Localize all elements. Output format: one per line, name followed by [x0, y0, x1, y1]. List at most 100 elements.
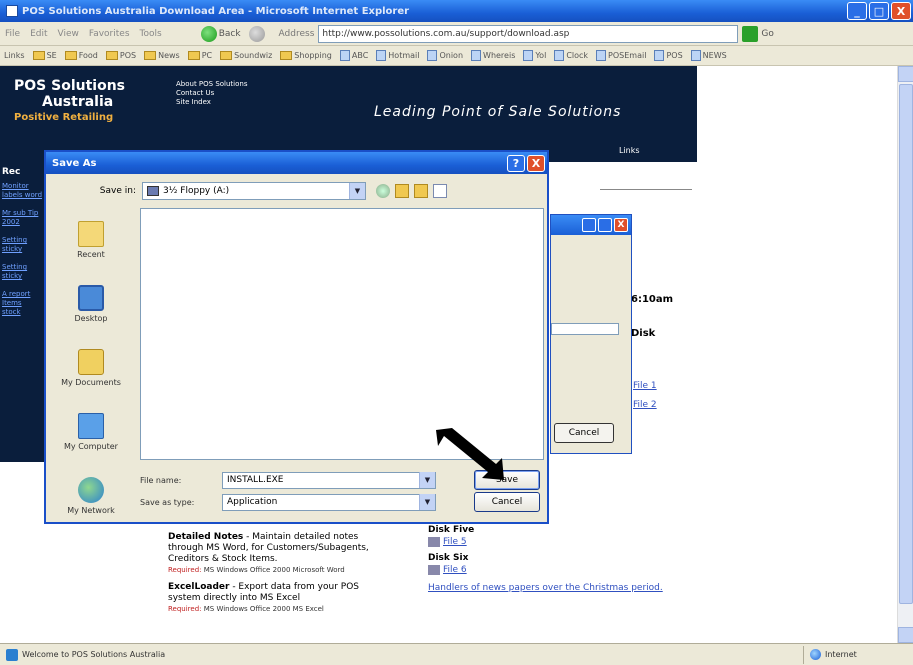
file-2-link[interactable]: File 2: [633, 400, 657, 410]
sidebar-link[interactable]: Setting sticky: [0, 263, 44, 281]
page-icon: [523, 50, 534, 61]
window-title: POS Solutions Australia Download Area - …: [22, 5, 410, 17]
security-zone: Internet: [803, 645, 913, 664]
menu-favorites[interactable]: Favorites: [84, 29, 135, 39]
disk-six-heading: Disk Six: [428, 553, 469, 563]
link-label: Hotmail: [388, 51, 420, 60]
save-in-dropdown[interactable]: 3½ Floppy (A:) ▼: [142, 182, 366, 200]
chevron-down-icon[interactable]: ▼: [349, 183, 365, 199]
maximize-button[interactable]: □: [869, 2, 889, 20]
help-button[interactable]: ?: [507, 154, 525, 172]
file-5-link[interactable]: File 5: [428, 536, 663, 548]
site-logo[interactable]: POS Solutions Australia Positive Retaili…: [14, 78, 125, 123]
cancel-button[interactable]: Cancel: [474, 492, 540, 512]
file-1-link[interactable]: File 1: [633, 381, 657, 391]
excel-loader-requirements: Required: MS Windows Office 2000 MS Exce…: [168, 604, 378, 615]
link-clock[interactable]: Clock: [550, 50, 592, 61]
links-label: Links: [4, 51, 25, 60]
link-hotmail[interactable]: Hotmail: [372, 50, 423, 61]
link-label: POS: [666, 51, 683, 60]
save-type-row: Save as type: Application ▼: [140, 492, 436, 512]
address-bar[interactable]: http://www.possolutions.com.au/support/d…: [318, 24, 739, 43]
scroll-up-arrow-icon[interactable]: [898, 66, 913, 82]
link-pos[interactable]: POS: [102, 51, 140, 60]
views-menu-icon[interactable]: [433, 184, 447, 198]
download-dialog: X Cancel: [550, 214, 632, 454]
link-abc[interactable]: ABC: [336, 50, 372, 61]
internet-globe-icon: [810, 649, 821, 660]
back-icon[interactable]: [376, 184, 390, 198]
link-shopping[interactable]: Shopping: [276, 51, 336, 60]
menu-tools[interactable]: Tools: [135, 29, 167, 39]
place-my-computer[interactable]: My Computer: [52, 400, 130, 464]
site-index-link[interactable]: Site Index: [176, 98, 247, 107]
desktop-icon: [78, 285, 104, 311]
maximize-icon[interactable]: [598, 218, 612, 232]
download-icon: [428, 565, 440, 575]
download-dialog-titlebar: X: [551, 215, 631, 235]
save-in-label: Save in:: [99, 186, 136, 196]
link-yol[interactable]: Yol: [519, 50, 550, 61]
sidebar-link[interactable]: Setting sticky: [0, 236, 44, 254]
place-my-network[interactable]: My Network: [52, 464, 130, 528]
link-food[interactable]: Food: [61, 51, 102, 60]
folder-icon: [280, 51, 293, 60]
minimize-icon[interactable]: [582, 218, 596, 232]
link-onion[interactable]: Onion: [423, 50, 467, 61]
folder-icon: [220, 51, 233, 60]
save-type-select[interactable]: Application ▼: [222, 493, 436, 511]
menu-view[interactable]: View: [53, 29, 84, 39]
link-whereis[interactable]: Whereis: [467, 50, 519, 61]
file-5-label: File 5: [443, 537, 467, 547]
my-documents-icon: [78, 349, 104, 375]
site-banner: POS Solutions Australia Positive Retaili…: [0, 66, 697, 162]
place-label: My Computer: [64, 442, 118, 451]
file-list[interactable]: [140, 208, 544, 460]
place-desktop[interactable]: Desktop: [52, 272, 130, 336]
link-label: Soundwiz: [234, 51, 273, 60]
file-6-link[interactable]: File 6: [428, 564, 663, 576]
link-news[interactable]: News: [140, 51, 184, 60]
link-pos-2[interactable]: POS: [650, 50, 686, 61]
go-button[interactable]: Go: [742, 25, 774, 42]
sidebar-link[interactable]: A report Items stock: [0, 290, 44, 317]
sidebar-link[interactable]: Monitor labels word: [0, 182, 44, 200]
minimize-button[interactable]: _: [847, 2, 867, 20]
new-folder-icon[interactable]: [414, 184, 428, 198]
scroll-thumb[interactable]: [899, 84, 913, 604]
close-window-button[interactable]: X: [891, 2, 911, 20]
save-type-label: Save as type:: [140, 497, 195, 507]
contact-link[interactable]: Contact Us: [176, 89, 247, 98]
status-bar: Welcome to POS Solutions Australia Inter…: [0, 643, 913, 665]
link-posemail[interactable]: POSEmail: [592, 50, 650, 61]
menu-toolbar: File Edit View Favorites Tools Back Addr…: [0, 22, 913, 46]
place-recent[interactable]: Recent: [52, 208, 130, 272]
filename-label: File name:: [140, 475, 182, 485]
scroll-down-arrow-icon[interactable]: [898, 627, 913, 643]
banner-nav-link[interactable]: Links: [619, 146, 640, 155]
up-folder-icon[interactable]: [395, 184, 409, 198]
sidebar-link[interactable]: Mr sub Tip 2002: [0, 209, 44, 227]
back-button[interactable]: Back: [197, 25, 245, 42]
excel-loader-block: ExcelLoader - Export data from your POS …: [168, 582, 378, 615]
close-dialog-button[interactable]: X: [527, 154, 545, 172]
page-scrollbar[interactable]: [897, 66, 913, 643]
link-se[interactable]: SE: [29, 51, 61, 60]
menu-edit[interactable]: Edit: [25, 29, 52, 39]
forward-button[interactable]: [245, 25, 269, 42]
download-cancel-button[interactable]: Cancel: [554, 423, 614, 443]
disk-downloads: Disk Five File 5 Disk Six File 6 Handler…: [428, 524, 663, 594]
link-pc[interactable]: PC: [184, 51, 216, 60]
news-link[interactable]: Handlers of news papers over the Christm…: [428, 582, 663, 594]
excel-loader-title: ExcelLoader: [168, 582, 230, 592]
filename-input[interactable]: INSTALL.EXE ▼: [222, 471, 436, 489]
detailed-notes-block: Detailed Notes - Maintain detailed notes…: [168, 532, 378, 576]
link-label: Yol: [535, 51, 547, 60]
link-soundwiz[interactable]: Soundwiz: [216, 51, 276, 60]
menu-file[interactable]: File: [0, 29, 25, 39]
chevron-down-icon[interactable]: ▼: [419, 494, 435, 510]
link-news-2[interactable]: NEWS: [687, 50, 731, 61]
place-my-documents[interactable]: My Documents: [52, 336, 130, 400]
about-link[interactable]: About POS Solutions: [176, 80, 247, 89]
close-icon[interactable]: X: [614, 218, 628, 232]
